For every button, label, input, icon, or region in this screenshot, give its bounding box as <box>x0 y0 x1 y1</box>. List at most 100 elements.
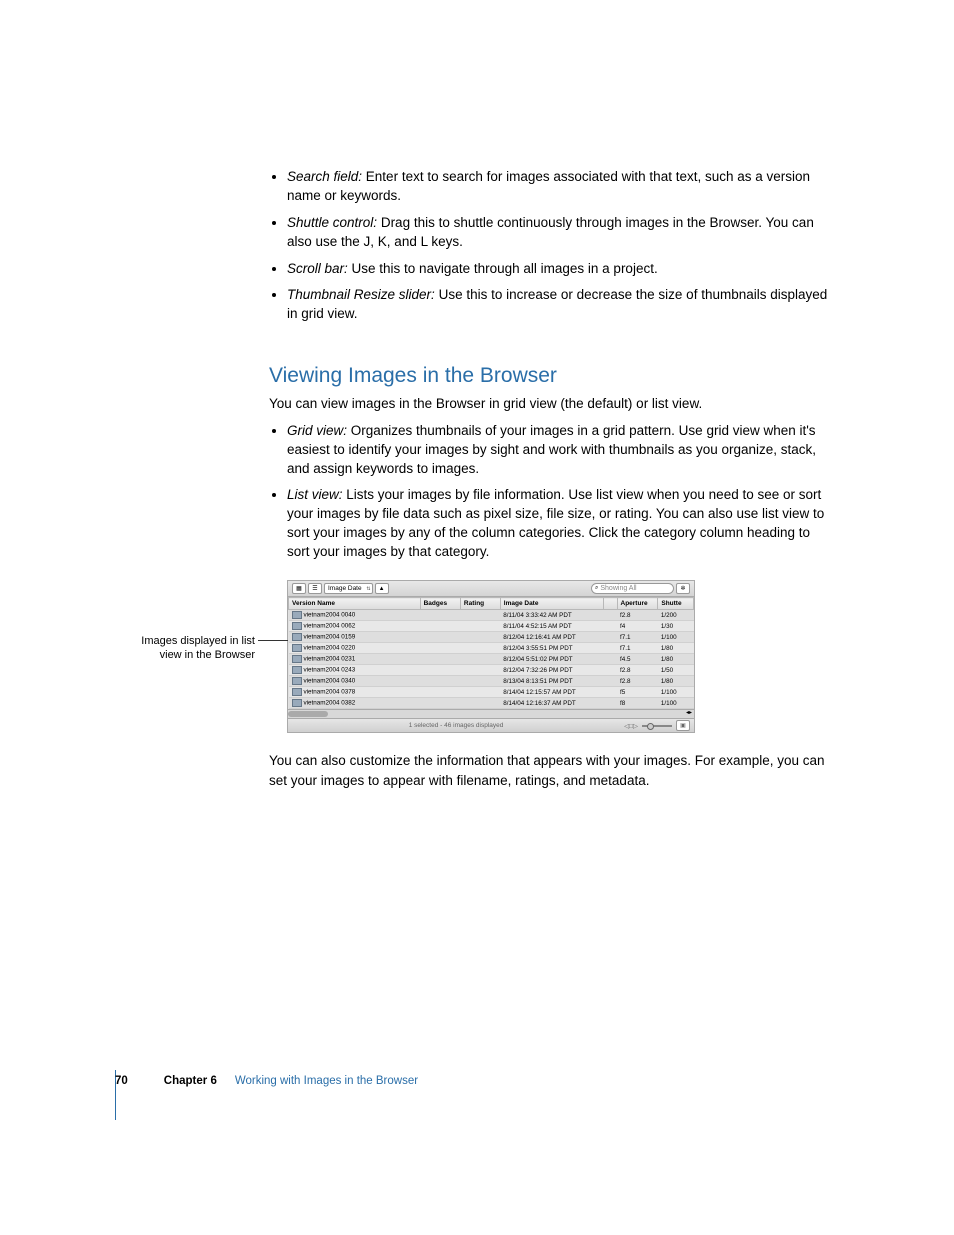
page-content: Search field: Enter text to search for i… <box>269 168 829 798</box>
cell-aperture: f2.8 <box>617 610 658 621</box>
page-number: 70 <box>115 1075 128 1087</box>
sort-direction-button[interactable]: ▲ <box>375 583 389 594</box>
cell-sort <box>603 687 617 698</box>
table-row[interactable]: vietnam2004 0220 8/12/04 3:55:51 PM PDT f7… <box>289 643 694 654</box>
thumbnail-resize-slider[interactable] <box>642 725 672 727</box>
view-bullet-list: Grid view: Organizes thumbnails of your … <box>269 422 829 562</box>
cell-rating <box>460 621 500 632</box>
search-icon: ⌕ <box>595 585 598 592</box>
bullet-item: Thumbnail Resize slider: Use this to inc… <box>287 286 829 324</box>
table-row[interactable]: vietnam2004 02318/12/04 5:51:02 PM PDTf4… <box>289 654 694 665</box>
cell-shutter: 1/30 <box>658 621 694 632</box>
cell-sort <box>603 643 617 654</box>
cell-version-name: vietnam2004 0220 <box>289 643 421 654</box>
cell-badges <box>420 698 460 709</box>
list-view-button[interactable]: ☰ <box>308 583 322 594</box>
bullet-item: Shuttle control: Drag this to shuttle co… <box>287 214 829 252</box>
search-placeholder: Showing All <box>600 585 636 592</box>
bullet-item: Search field: Enter text to search for i… <box>287 168 829 206</box>
cell-badges <box>420 654 460 665</box>
cell-date: 8/14/04 12:16:37 AM PDT <box>500 698 603 709</box>
cell-badges <box>420 610 460 621</box>
cell-date: 8/13/04 8:13:51 PM PDT <box>500 676 603 687</box>
cell-rating <box>460 698 500 709</box>
action-menu-button[interactable]: ✲ <box>676 583 690 594</box>
thumbnail-icon <box>292 644 302 652</box>
bullet-term: Grid view: <box>287 423 347 438</box>
cell-shutter: 1/100 <box>658 687 694 698</box>
page-footer: 70 Chapter 6 Working with Images in the … <box>115 1075 815 1087</box>
cell-aperture: f7.1 <box>617 643 658 654</box>
cell-version-name: vietnam2004 0243 <box>289 665 421 676</box>
thumbnail-icon <box>292 633 302 641</box>
cell-badges <box>420 632 460 643</box>
table-row[interactable]: vietnam2004 00628/11/04 4:52:15 AM PDTf4… <box>289 621 694 632</box>
grid-view-button[interactable]: ▦ <box>292 583 306 594</box>
cell-rating <box>460 610 500 621</box>
cell-aperture: f7.1 <box>617 632 658 643</box>
cell-date: 8/12/04 12:16:41 AM PDT <box>500 632 603 643</box>
thumbnail-icon <box>292 622 302 630</box>
cell-badges <box>420 687 460 698</box>
search-input[interactable]: ⌕ Showing All <box>591 583 674 594</box>
horizontal-scrollbar[interactable]: ◂▸ <box>288 709 694 718</box>
cell-date: 8/12/04 3:55:51 PM PDT <box>500 643 603 654</box>
cell-aperture: f2.8 <box>617 676 658 687</box>
feature-bullet-list: Search field: Enter text to search for i… <box>269 168 829 324</box>
cell-sort <box>603 610 617 621</box>
cell-badges <box>420 676 460 687</box>
browser-screenshot: ▦ ☰ Image Date ▲ ⌕ Showing All ✲ Version… <box>287 580 695 733</box>
col-aperture[interactable]: Aperture <box>617 598 658 610</box>
browser-toolbar: ▦ ☰ Image Date ▲ ⌕ Showing All ✲ <box>288 581 694 597</box>
col-badges[interactable]: Badges <box>420 598 460 610</box>
bullet-item: Grid view: Organizes thumbnails of your … <box>287 422 829 479</box>
cell-sort <box>603 632 617 643</box>
cell-version-name: vietnam2004 0040 <box>289 610 421 621</box>
callout-line <box>258 640 288 641</box>
col-image-date[interactable]: Image Date <box>500 598 603 610</box>
table-row[interactable]: vietnam2004 02438/12/04 7:32:26 PM PDTf2… <box>289 665 694 676</box>
table-row[interactable]: vietnam2004 03828/14/04 12:16:37 AM PDTf… <box>289 698 694 709</box>
browser-statusbar: 1 selected - 46 images displayed ◁□▷ ▣ <box>288 718 694 732</box>
table-row[interactable]: vietnam2004 0040 8/11/04 3:33:42 AM PDT f2… <box>289 610 694 621</box>
cell-sort <box>603 676 617 687</box>
thumbnail-size-button[interactable]: ▣ <box>676 720 690 731</box>
cell-shutter: 1/80 <box>658 676 694 687</box>
cell-date: 8/11/04 3:33:42 AM PDT <box>500 610 603 621</box>
bullet-item: Scroll bar: Use this to navigate through… <box>287 260 829 279</box>
shuttle-control-icon[interactable]: ◁□▷ <box>624 722 638 730</box>
cell-date: 8/12/04 5:51:02 PM PDT <box>500 654 603 665</box>
bullet-desc: Organizes thumbnails of your images in a… <box>287 423 816 476</box>
table-header-row: Version Name Badges Rating Image Date Ap… <box>289 598 694 610</box>
thumbnail-icon <box>292 611 302 619</box>
cell-aperture: f2.8 <box>617 665 658 676</box>
thumbnail-icon <box>292 666 302 674</box>
sort-dropdown[interactable]: Image Date <box>324 583 373 594</box>
col-sort-indicator[interactable] <box>603 598 617 610</box>
cell-date: 8/14/04 12:15:57 AM PDT <box>500 687 603 698</box>
bullet-item: List view: Lists your images by file inf… <box>287 486 829 562</box>
table-row[interactable]: vietnam2004 03788/14/04 12:15:57 AM PDTf… <box>289 687 694 698</box>
cell-shutter: 1/100 <box>658 698 694 709</box>
bullet-term: Scroll bar: <box>287 261 348 276</box>
intro-paragraph: You can view images in the Browser in gr… <box>269 394 829 414</box>
thumbnail-icon <box>292 699 302 707</box>
cell-version-name: vietnam2004 0378 <box>289 687 421 698</box>
bullet-desc: Lists your images by file information. U… <box>287 487 824 559</box>
scroll-arrows-icon[interactable]: ◂▸ <box>686 709 692 716</box>
col-rating[interactable]: Rating <box>460 598 500 610</box>
cell-version-name: vietnam2004 0340 <box>289 676 421 687</box>
thumbnail-icon <box>292 688 302 696</box>
col-version-name[interactable]: Version Name <box>289 598 421 610</box>
col-shutter[interactable]: Shutte <box>658 598 694 610</box>
cell-badges <box>420 643 460 654</box>
bullet-term: Shuttle control: <box>287 215 377 230</box>
browser-list-table: Version Name Badges Rating Image Date Ap… <box>288 597 694 709</box>
cell-aperture: f4 <box>617 621 658 632</box>
bullet-term: List view: <box>287 487 343 502</box>
table-row[interactable]: vietnam2004 0340 8/13/04 8:13:51 PM PDT f2… <box>289 676 694 687</box>
table-row[interactable]: vietnam2004 01598/12/04 12:16:41 AM PDTf… <box>289 632 694 643</box>
thumbnail-icon <box>292 677 302 685</box>
scroll-thumb[interactable] <box>288 711 328 717</box>
status-text: 1 selected - 46 images displayed <box>292 722 620 729</box>
